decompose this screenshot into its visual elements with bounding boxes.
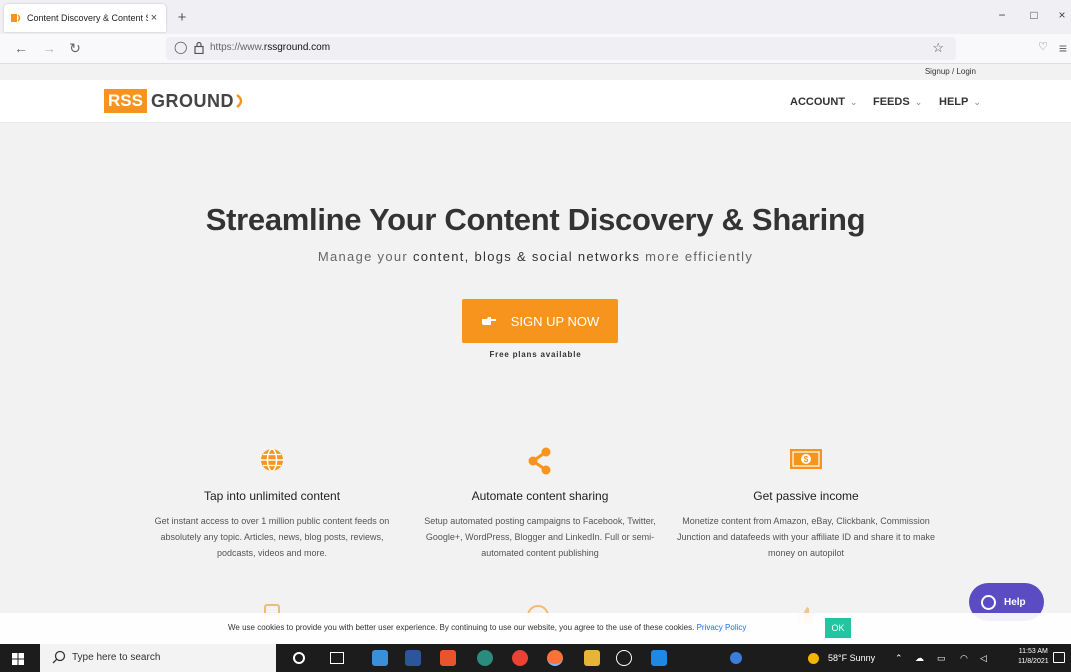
taskbar-clock[interactable]: 11:53 AM 11/8/2021 (1018, 647, 1049, 667)
globe-icon (261, 448, 283, 472)
notifications-icon[interactable] (1053, 652, 1065, 663)
web-page: Signup / Login RSS GROUND ACCOUNT ⌄ FEEDS… (0, 64, 1071, 644)
tab-close-icon[interactable]: × (148, 12, 160, 24)
chevron-down-icon: ⌄ (850, 97, 858, 107)
reload-icon[interactable]: ↻ (66, 40, 84, 57)
feature-title: Automate content sharing (471, 489, 609, 503)
browser-tab[interactable]: Content Discovery & Content Sl × (4, 4, 166, 32)
menu-icon[interactable]: ≡ (1054, 40, 1071, 56)
back-icon[interactable]: ← (12, 40, 30, 56)
firefox-icon[interactable] (547, 650, 563, 666)
weather-sun-icon[interactable] (808, 653, 819, 664)
site-header: RSS GROUND ACCOUNT ⌄ FEEDS ⌄ HELP ⌄ (0, 80, 1071, 123)
taskbar-search[interactable]: Type here to search (40, 644, 276, 672)
free-plans-note: Free plans available (489, 350, 582, 359)
privacy-policy-link[interactable]: Privacy Policy (697, 623, 747, 632)
cookie-ok-button[interactable]: OK (825, 618, 851, 638)
address-bar[interactable]: ◯ https://www.rssground.com ☆ (166, 37, 956, 60)
office-icon[interactable] (440, 650, 456, 666)
maximize-button[interactable]: □ (1024, 8, 1044, 22)
weather-text[interactable]: 58°F Sunny (828, 653, 875, 663)
windows-taskbar: Type here to search 58°F Sunny ⌃ ☁ ▭ ◠ ◁… (0, 644, 1071, 672)
feature-unlimited-content: Tap into unlimited content Get instant a… (142, 447, 402, 561)
svg-text:$: $ (804, 455, 809, 464)
search-placeholder: Type here to search (72, 652, 161, 663)
sign-up-now-button[interactable]: SIGN UP NOW (462, 299, 618, 343)
clock-date: 11/8/2021 (1018, 658, 1049, 665)
feature-description: Get instant access to over 1 million pub… (154, 516, 390, 558)
minimize-button[interactable]: − (992, 8, 1012, 22)
tracking-shield-icon[interactable]: ◯ (174, 40, 187, 54)
lock-icon[interactable] (194, 41, 204, 54)
store-icon[interactable] (584, 650, 600, 666)
bookmark-star-icon[interactable]: ☆ (932, 40, 944, 56)
browser-tab-bar: Content Discovery & Content Sl × + − □ × (0, 0, 1071, 34)
feature-description: Setup automated posting campaigns to Fac… (424, 516, 656, 558)
hero-subtitle: Manage your content, blogs & social netw… (317, 249, 754, 264)
rssground-favicon-icon (11, 14, 21, 22)
menu-account[interactable]: ACCOUNT ⌄ (790, 96, 858, 108)
pointing-hand-icon (481, 317, 496, 325)
share-icon (528, 447, 551, 475)
windows-start-icon[interactable] (12, 653, 24, 665)
dell-icon[interactable] (616, 650, 632, 666)
feature-automate-sharing: Automate content sharing Setup automated… (410, 447, 670, 561)
money-icon: $ (790, 449, 822, 469)
browser-nav-bar: ← → ↻ ◯ https://www.rssground.com ☆ ♡ ≡ (0, 34, 1071, 64)
signup-login-link[interactable]: Signup / Login (925, 67, 976, 76)
feature-passive-income: $ Get passive income Monetize content fr… (676, 447, 936, 561)
feature-description: Monetize content from Amazon, eBay, Clic… (677, 516, 935, 558)
logo-rss: RSS (104, 89, 147, 113)
menu-help[interactable]: HELP ⌄ (939, 96, 981, 108)
chrome-icon[interactable] (512, 650, 528, 666)
chat-bubble-icon (981, 594, 996, 610)
edge-icon[interactable] (477, 650, 493, 666)
new-tab-button[interactable]: + (174, 9, 190, 26)
wifi-icon[interactable]: ◠ (960, 653, 968, 664)
menu-feeds[interactable]: FEEDS ⌄ (873, 96, 922, 108)
url-text: https://www.rssground.com (210, 42, 331, 53)
chevron-up-icon[interactable]: ⌃ (895, 653, 903, 664)
logo-wave-icon (236, 94, 243, 108)
task-view-icon[interactable] (330, 652, 344, 664)
battery-icon[interactable]: ▭ (937, 653, 946, 664)
pocket-icon[interactable]: ♡ (1034, 40, 1052, 53)
close-window-button[interactable]: × (1052, 8, 1071, 22)
search-icon (52, 650, 66, 664)
top-bar: Signup / Login (0, 64, 1071, 80)
cloud-icon[interactable]: ☁ (915, 653, 924, 664)
word-icon[interactable] (405, 650, 421, 666)
mail-icon[interactable] (651, 650, 667, 666)
site-logo[interactable]: RSS GROUND (104, 89, 246, 113)
chevron-down-icon: ⌄ (914, 97, 923, 107)
logo-ground: GROUND (150, 90, 234, 111)
hero-title: Streamline Your Content Discovery & Shar… (205, 202, 866, 237)
feature-title: Get passive income (753, 489, 859, 503)
clock-time: 11:53 AM (1018, 648, 1048, 655)
cookie-text: We use cookies to provide you with bette… (228, 623, 747, 632)
help-app-icon[interactable] (730, 652, 742, 664)
chevron-down-icon: ⌄ (973, 97, 981, 107)
forward-icon[interactable]: → (40, 40, 58, 56)
feature-title: Tap into unlimited content (203, 489, 341, 503)
file-explorer-icon[interactable] (372, 650, 388, 666)
tab-title: Content Discovery & Content Sl (27, 13, 148, 23)
cortana-icon[interactable] (293, 652, 305, 664)
volume-icon[interactable]: ◁ (980, 653, 987, 664)
cookie-banner: We use cookies to provide you with bette… (0, 613, 1071, 644)
